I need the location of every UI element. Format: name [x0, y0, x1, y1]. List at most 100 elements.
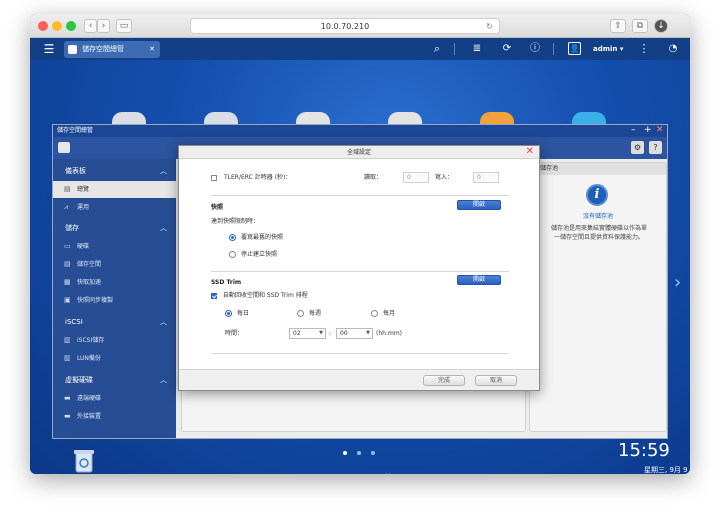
- section-label: 虛擬硬碟: [65, 376, 93, 384]
- reload-icon[interactable]: ↻: [486, 19, 493, 34]
- section-label: 儀表板: [65, 167, 86, 175]
- sidebar-item-label: 快取加速: [77, 279, 102, 286]
- sidebar-section-storage[interactable]: 儲存 ︿: [53, 219, 176, 237]
- stop-snapshot-label: 停止建立快照: [241, 251, 278, 258]
- write-timer-input[interactable]: 0: [473, 172, 499, 183]
- storage-pool-header: 儲存池: [530, 163, 666, 175]
- qts-toolbar: ☰ 儲存空間總管 ✕ ⌕ ≣ ⟳ ⓘ 👤 admin ▾ ⋮ ◔: [30, 38, 690, 60]
- chevron-up-icon: ︿: [160, 318, 167, 326]
- notifications-icon[interactable]: ⓘ: [528, 42, 542, 56]
- downloads-icon[interactable]: ↓: [654, 19, 668, 33]
- forward-icon[interactable]: ›: [97, 19, 110, 33]
- sidebar-item-label: LUN備份: [77, 355, 101, 362]
- maximize-icon[interactable]: +: [644, 125, 652, 136]
- monthly-radio[interactable]: [371, 310, 378, 317]
- close-tab-icon[interactable]: ✕: [149, 41, 155, 58]
- time-colon: :: [329, 330, 332, 337]
- external-devices-icon[interactable]: ⟳: [500, 42, 514, 56]
- iscsi-icon: ▥: [64, 336, 71, 344]
- daily-radio[interactable]: [225, 310, 232, 317]
- overwrite-oldest-radio[interactable]: [229, 234, 236, 241]
- address-bar[interactable]: 10.0.70.210 ↻: [190, 18, 500, 34]
- weekly-radio[interactable]: [297, 310, 304, 317]
- sidebar-item-label: 儲存空間: [77, 261, 102, 268]
- tler-checkbox[interactable]: [211, 175, 217, 181]
- divider: [211, 195, 509, 196]
- finish-button[interactable]: 完成: [423, 375, 465, 386]
- minimize-icon[interactable]: –: [631, 125, 636, 136]
- remote-disk-icon: ▬: [64, 394, 71, 402]
- tabs-icon[interactable]: ⧉: [632, 19, 648, 33]
- sidebar-item-snapshot-replica[interactable]: ▣ 快照同步複製: [53, 292, 176, 309]
- sidebar-item-storage-space[interactable]: ▤ 儲存空間: [53, 256, 176, 273]
- no-storage-pool-label: 沒有儲存池: [582, 213, 613, 220]
- dashboard-gauge-icon[interactable]: ◔: [666, 42, 680, 56]
- close-window-icon[interactable]: [38, 21, 48, 31]
- sidebar-item-label: 外接裝置: [77, 413, 102, 420]
- snapshot-status-button[interactable]: 開啟: [457, 200, 501, 210]
- back-icon[interactable]: ‹: [84, 19, 97, 33]
- sidebar-item-remote-disk[interactable]: ▬ 遠端硬碟: [53, 390, 176, 407]
- next-page-arrow-icon[interactable]: ›: [674, 272, 681, 293]
- share-icon[interactable]: ⇧: [610, 19, 626, 33]
- sidebar-item-cache-acceleration[interactable]: ▦ 快取加速: [53, 274, 176, 291]
- page-dot[interactable]: [371, 451, 375, 455]
- cancel-button[interactable]: 取消: [475, 375, 517, 386]
- snapshot-limit-label: 達到快照限制時：: [211, 218, 260, 225]
- info-icon: i: [586, 184, 608, 206]
- global-settings-dialog: 全域設定 ✕ TLER/ERC 計時器 (秒)： 讀取： 0 寫入： 0 快照 …: [178, 145, 540, 391]
- read-label: 讀取：: [364, 174, 383, 181]
- tools-icon[interactable]: ⚒: [384, 473, 392, 474]
- gear-icon[interactable]: ⚙: [631, 141, 644, 154]
- storage-pool-info-text: 儲存池是用來集結實體硬碟以作為單 一儲存空間且提供資料保護能力。: [540, 224, 658, 242]
- zoom-window-icon[interactable]: [66, 21, 76, 31]
- search-icon[interactable]: ⌕: [430, 42, 444, 56]
- dialog-body: TLER/ERC 計時器 (秒)： 讀取： 0 寫入： 0 快照 開啟 達到快照…: [179, 159, 539, 369]
- minute-select[interactable]: 00 ▼: [336, 328, 373, 339]
- user-menu[interactable]: admin ▾: [593, 42, 623, 56]
- storage-logo-icon: [58, 142, 70, 153]
- dialog-footer: 完成 取消: [179, 369, 539, 390]
- tler-label: TLER/ERC 計時器 (秒)：: [224, 174, 292, 181]
- ssd-trim-status-button[interactable]: 開啟: [457, 275, 501, 285]
- overwrite-oldest-label: 覆寫最舊的快照: [241, 234, 284, 241]
- desktop-date: 星期三, 9月 9 日: [644, 466, 688, 474]
- help-icon[interactable]: ?: [649, 141, 662, 154]
- info-line: 一儲存空間且提供資料保護能力。: [553, 234, 644, 241]
- sidebar-toggle-icon[interactable]: ▭: [116, 19, 132, 33]
- auto-trim-checkbox[interactable]: [211, 293, 217, 299]
- app-tab-storage-manager[interactable]: 儲存空間總管 ✕: [64, 41, 160, 58]
- page-dot[interactable]: [343, 451, 347, 455]
- stop-snapshot-radio[interactable]: [229, 251, 236, 258]
- minimize-window-icon[interactable]: [52, 21, 62, 31]
- auto-trim-label: 自動回收空間和 SSD Trim 排程: [223, 292, 308, 299]
- book-icon[interactable]: ▥: [400, 473, 409, 474]
- overview-icon: ▤: [64, 185, 71, 193]
- sidebar-item-lun-backup[interactable]: ▥ LUN備份: [53, 350, 176, 367]
- sidebar-item-utilization[interactable]: ⩘ 運用: [53, 199, 176, 216]
- user-icon[interactable]: 👤: [568, 42, 581, 55]
- storage-pool-panel: 儲存池 i 沒有儲存池 儲存池是用來集結實體硬碟以作為單 一儲存空間且提供資料保…: [529, 162, 667, 432]
- dialog-close-icon[interactable]: ✕: [526, 146, 534, 158]
- sidebar-section-iscsi[interactable]: iSCSI ︿: [53, 313, 176, 331]
- daily-label: 每日: [237, 310, 250, 317]
- read-timer-input[interactable]: 0: [403, 172, 429, 183]
- more-options-icon[interactable]: ⋮: [637, 42, 651, 56]
- sidebar-item-iscsi-storage[interactable]: ▥ iSCSI儲存: [53, 332, 176, 349]
- toolbar-separator: [454, 43, 455, 55]
- sidebar-item-external-device[interactable]: ▬ 外接裝置: [53, 408, 176, 425]
- background-tasks-icon[interactable]: ≣: [470, 42, 484, 56]
- recycle-bin-icon[interactable]: [74, 449, 94, 473]
- sidebar-section-dashboard[interactable]: 儀表板 ︿: [53, 162, 176, 180]
- page-dot[interactable]: [357, 451, 361, 455]
- sidebar-section-virtual-disk[interactable]: 虛擬硬碟 ︿: [53, 371, 176, 389]
- sidebar-item-disks[interactable]: ▭ 硬碟: [53, 238, 176, 255]
- cloud-icon[interactable]: ☁: [368, 473, 377, 474]
- sidebar-item-label: iSCSI儲存: [77, 337, 105, 344]
- sidebar-item-overview[interactable]: ▤ 總覽: [53, 181, 176, 198]
- main-menu-icon[interactable]: ☰: [42, 42, 56, 56]
- hour-select[interactable]: 02 ▼: [289, 328, 326, 339]
- time-label: 時間：: [225, 330, 244, 337]
- storage-sidebar: 儀表板 ︿ ▤ 總覽 ⩘ 運用 儲存 ︿ ▭ 硬碟 ▤ 儲存空間 ▦ 快取加速 ▣ 快照同步複製…: [53, 159, 176, 438]
- close-icon[interactable]: ✕: [656, 125, 664, 136]
